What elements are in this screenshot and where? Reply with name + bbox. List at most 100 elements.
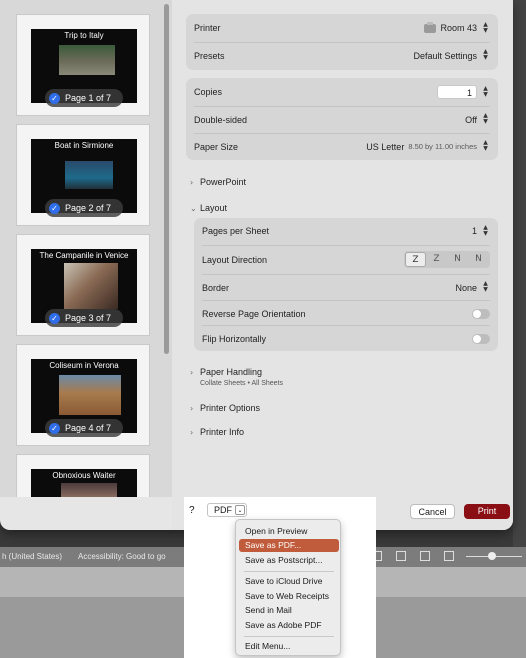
- chevron-right-icon: ›: [190, 367, 194, 377]
- printer-info-label: Printer Info: [200, 427, 245, 437]
- slide-photo: [65, 161, 113, 189]
- copies-group: Copies 1 ▲ ▼ Double-sided Off ▲ ▼ Paper Size…: [186, 78, 498, 160]
- double-sided-value: Off: [465, 114, 477, 125]
- chevron-right-icon: ›: [190, 177, 194, 187]
- menu-item-save-to-icloud[interactable]: Save to iCloud Drive: [239, 575, 339, 588]
- chevron-down-icon: ⌄: [190, 203, 197, 213]
- page-thumbnails-sidebar[interactable]: Trip to Italy ✓ Page 1 of 7 Boat in Sirmi…: [0, 0, 172, 497]
- slide-title: Obnoxious Waiter: [52, 471, 116, 480]
- menu-item-save-as-postscript[interactable]: Save as Postscript...: [239, 554, 339, 567]
- slide-title: Trip to Italy: [64, 31, 104, 40]
- help-button[interactable]: ?: [189, 505, 195, 516]
- paper-handling-section-header[interactable]: › Paper Handling: [190, 367, 262, 377]
- pages-per-sheet-label: Pages per Sheet: [202, 226, 270, 236]
- pages-per-sheet-row[interactable]: Pages per Sheet 1 ▲ ▼: [202, 218, 490, 244]
- copies-stepper[interactable]: ▲ ▼: [481, 85, 490, 99]
- powerpoint-section-header[interactable]: › PowerPoint: [190, 177, 246, 187]
- presets-row[interactable]: Presets Default Settings ▲ ▼: [194, 42, 490, 68]
- background-app-edge: [513, 0, 526, 547]
- pdf-button-label: PDF: [214, 505, 232, 515]
- menu-item-open-in-preview[interactable]: Open in Preview: [239, 525, 339, 538]
- direction-z-icon[interactable]: Z: [405, 252, 426, 267]
- thumbnails-scrollbar[interactable]: [164, 4, 169, 354]
- powerpoint-section-label: PowerPoint: [200, 177, 247, 187]
- printer-info-section-header[interactable]: › Printer Info: [190, 427, 244, 437]
- paper-size-value: US Letter: [366, 141, 405, 152]
- stepper-icon: ▲ ▼: [483, 223, 488, 237]
- direction-reverse-z-icon[interactable]: Z: [426, 252, 447, 267]
- border-row[interactable]: Border None ▲ ▼: [202, 274, 490, 300]
- cancel-button[interactable]: Cancel: [410, 504, 455, 519]
- paper-size-label: Paper Size: [194, 141, 239, 152]
- grid-view-icon: [396, 551, 406, 561]
- page-thumbnail-4[interactable]: Coliseum in Verona ✓ Page 4 of 7: [16, 344, 150, 446]
- layout-direction-control: Z Z N N: [404, 251, 490, 268]
- pdf-dropdown-menu: Open in Preview Save as PDF... Save as P…: [235, 519, 341, 656]
- layout-section-header[interactable]: ⌄ Layout: [190, 203, 227, 213]
- double-sided-row[interactable]: Double-sided Off ▲ ▼: [194, 106, 490, 132]
- page-thumbnail-3[interactable]: The Campanile in Venice ✓ Page 3 of 7: [16, 234, 150, 336]
- checkmark-icon: ✓: [49, 92, 60, 104]
- stepper-icon: ▲ ▼: [483, 48, 488, 61]
- slide-photo: [59, 375, 121, 415]
- pdf-menu-button[interactable]: PDF ⌄: [207, 503, 247, 517]
- page-thumbnail-2[interactable]: Boat in Sirmione ✓ Page 2 of 7: [16, 124, 150, 226]
- slide-title: Coliseum in Verona: [49, 361, 119, 370]
- layout-direction-label: Layout Direction: [202, 254, 268, 265]
- stepper-icon: ▲ ▼: [483, 139, 488, 152]
- slide-title: Boat in Sirmione: [54, 141, 114, 150]
- page-badge: ✓ Page 2 of 7: [45, 199, 123, 217]
- paper-size-detail: 8.50 by 11.00 inches: [408, 142, 477, 151]
- direction-n-icon[interactable]: N: [447, 252, 468, 267]
- pages-per-sheet-value: 1: [471, 226, 477, 236]
- copies-label: Copies: [194, 87, 223, 97]
- flip-horizontally-label: Flip Horizontally: [202, 333, 267, 344]
- page-badge-label: Page 3 of 7: [65, 313, 112, 323]
- direction-reverse-n-icon[interactable]: N: [468, 252, 489, 267]
- reading-view-icon: [420, 551, 430, 561]
- printer-options-section-header[interactable]: › Printer Options: [190, 403, 260, 413]
- reverse-orientation-toggle[interactable]: [472, 308, 490, 319]
- flip-horizontally-toggle[interactable]: [472, 333, 490, 344]
- chevron-right-icon: ›: [190, 427, 194, 437]
- layout-direction-row: Layout Direction Z Z N N: [202, 245, 490, 273]
- layout-section-label: Layout: [200, 203, 228, 213]
- printer-label: Printer: [194, 23, 221, 33]
- page-badge: ✓ Page 1 of 7: [45, 89, 123, 107]
- checkmark-icon: ✓: [49, 312, 60, 324]
- menu-item-send-in-mail[interactable]: Send in Mail: [239, 604, 339, 617]
- reverse-orientation-label: Reverse Page Orientation: [202, 308, 306, 319]
- printer-row[interactable]: Printer Room 43 ▲ ▼: [194, 15, 490, 41]
- slide-photo: [64, 263, 118, 309]
- double-sided-label: Double-sided: [194, 114, 248, 125]
- page-thumbnail-1[interactable]: Trip to Italy ✓ Page 1 of 7: [16, 14, 150, 116]
- paper-size-row[interactable]: Paper Size US Letter 8.50 by 11.00 inches…: [194, 133, 490, 159]
- chevron-down-icon: ⌄: [235, 505, 245, 515]
- presets-label: Presets: [194, 50, 225, 61]
- zoom-slider-knob: [488, 552, 496, 560]
- menu-item-save-as-pdf[interactable]: Save as PDF...: [239, 539, 339, 552]
- copies-row: Copies 1 ▲ ▼: [194, 79, 490, 105]
- printer-presets-group: Printer Room 43 ▲ ▼ Presets Default Settin…: [186, 14, 498, 70]
- menu-item-edit-menu[interactable]: Edit Menu...: [239, 640, 339, 653]
- checkmark-icon: ✓: [49, 422, 60, 434]
- border-value: None: [455, 282, 477, 293]
- stepper-icon: ▲ ▼: [483, 112, 488, 125]
- stepper-icon: ▲ ▼: [483, 280, 488, 293]
- slide-preview: Obnoxious Waiter: [31, 469, 137, 497]
- menu-divider: [244, 636, 334, 637]
- printer-options-label: Printer Options: [200, 403, 261, 413]
- print-button[interactable]: Print: [464, 504, 510, 519]
- menu-divider: [244, 571, 334, 572]
- printer-icon: [424, 21, 437, 33]
- reverse-orientation-row: Reverse Page Orientation: [202, 300, 490, 326]
- checkmark-icon: ✓: [49, 202, 60, 214]
- status-language: h (United States): [2, 552, 63, 561]
- page-thumbnail-5[interactable]: Obnoxious Waiter: [16, 454, 150, 497]
- menu-item-save-as-adobe-pdf[interactable]: Save as Adobe PDF: [239, 619, 339, 632]
- print-dialog: Trip to Italy ✓ Page 1 of 7 Boat in Sirmi…: [0, 0, 513, 530]
- copies-input[interactable]: 1: [437, 85, 477, 99]
- printer-value: Room 43: [440, 23, 477, 33]
- menu-item-save-to-web-receipts[interactable]: Save to Web Receipts: [239, 590, 339, 603]
- print-settings-pane: Printer Room 43 ▲ ▼ Presets Default Settin…: [172, 0, 513, 497]
